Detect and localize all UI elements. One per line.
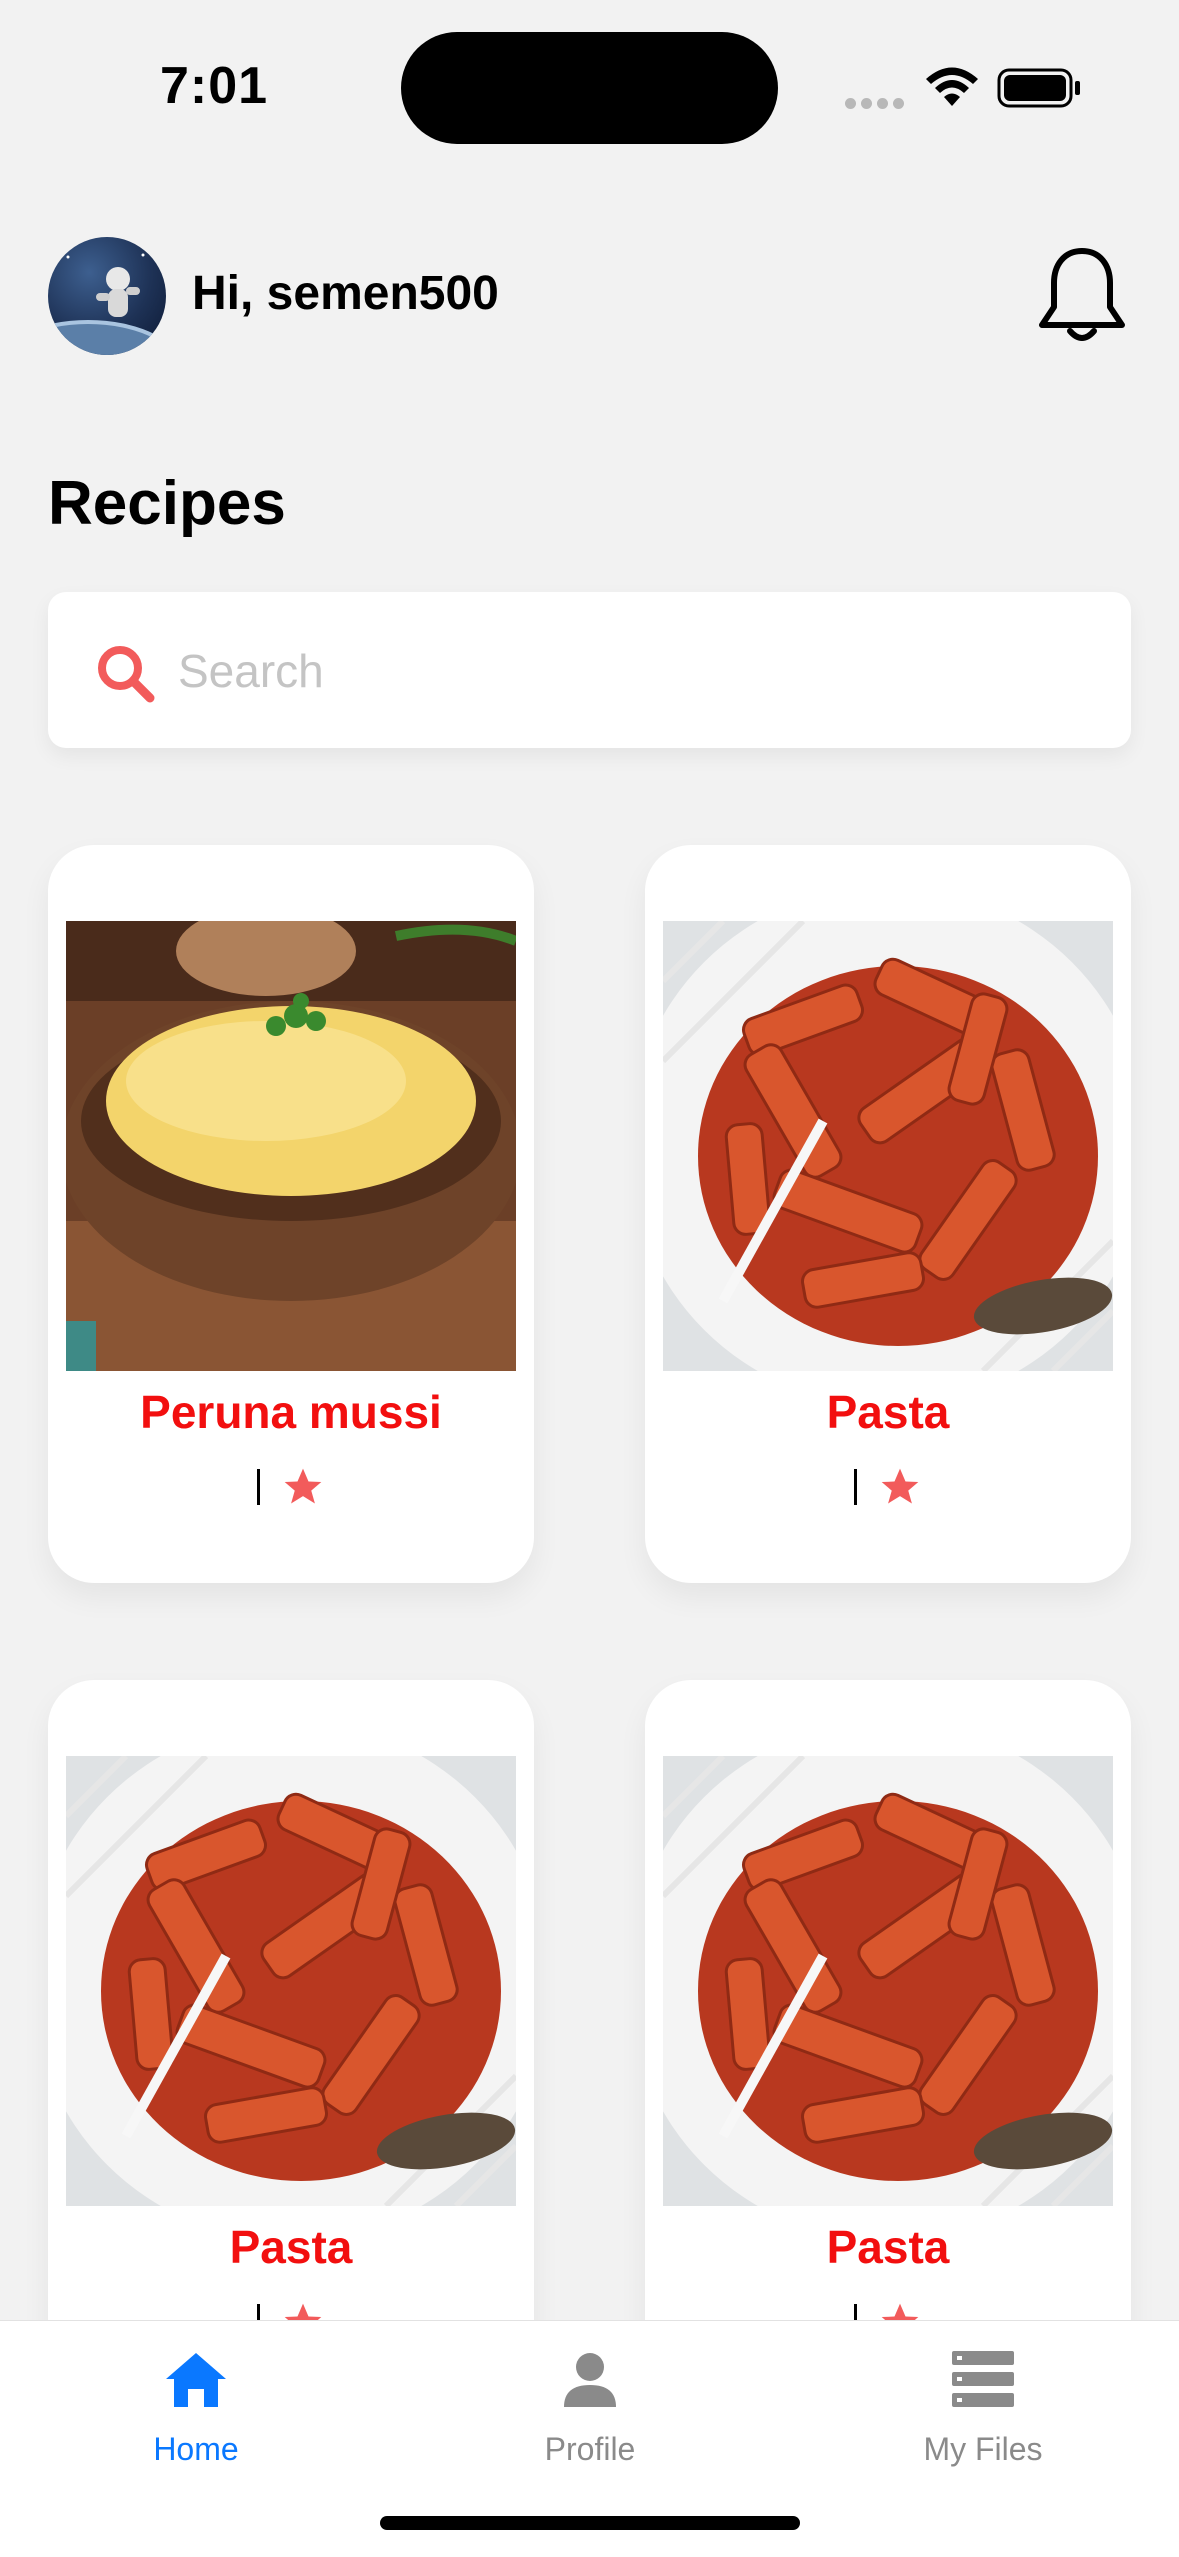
recipe-image [663, 1756, 1113, 2206]
star-icon[interactable] [878, 1465, 922, 1509]
tab-home[interactable]: Home [46, 2321, 346, 2481]
tab-home-label: Home [153, 2431, 239, 2467]
cellular-signal-icon [845, 96, 909, 114]
recipe-title: Pasta [826, 2221, 950, 2273]
home-indicator[interactable] [380, 2516, 800, 2530]
recipe-card[interactable]: Pasta [48, 1680, 534, 2418]
recipe-image [66, 1756, 516, 2206]
recipe-title: Peruna mussi [140, 1386, 442, 1438]
recipe-rating [645, 1463, 1131, 1509]
search-icon [94, 642, 156, 709]
tab-my-files-label: My Files [923, 2431, 1043, 2467]
recipe-image [66, 921, 516, 1371]
notification-bell-icon[interactable] [1034, 245, 1130, 354]
wifi-icon [924, 66, 980, 113]
recipe-card[interactable]: Pasta [645, 1680, 1131, 2418]
tab-profile[interactable]: Profile [440, 2321, 740, 2481]
greeting-text: Hi, semen500 [192, 267, 499, 320]
tab-my-files[interactable]: My Files [833, 2321, 1133, 2481]
recipe-title: Pasta [826, 1386, 950, 1438]
home-icon [164, 2351, 228, 2414]
search-bar[interactable] [48, 592, 1131, 748]
person-icon [562, 2351, 618, 2414]
recipe-card[interactable]: Pasta [645, 845, 1131, 1583]
tab-profile-label: Profile [544, 2431, 636, 2467]
avatar[interactable] [48, 237, 166, 355]
page-title: Recipes [48, 469, 286, 538]
search-input[interactable] [176, 632, 1080, 710]
recipe-image [663, 921, 1113, 1371]
status-time: 7:01 [160, 57, 269, 115]
files-icon [952, 2351, 1014, 2412]
dynamic-island [401, 32, 778, 144]
recipe-title: Pasta [229, 2221, 353, 2273]
battery-icon [997, 68, 1083, 113]
recipe-card[interactable]: Peruna mussi [48, 845, 534, 1583]
recipe-rating [48, 1463, 534, 1509]
star-icon[interactable] [281, 1465, 325, 1509]
